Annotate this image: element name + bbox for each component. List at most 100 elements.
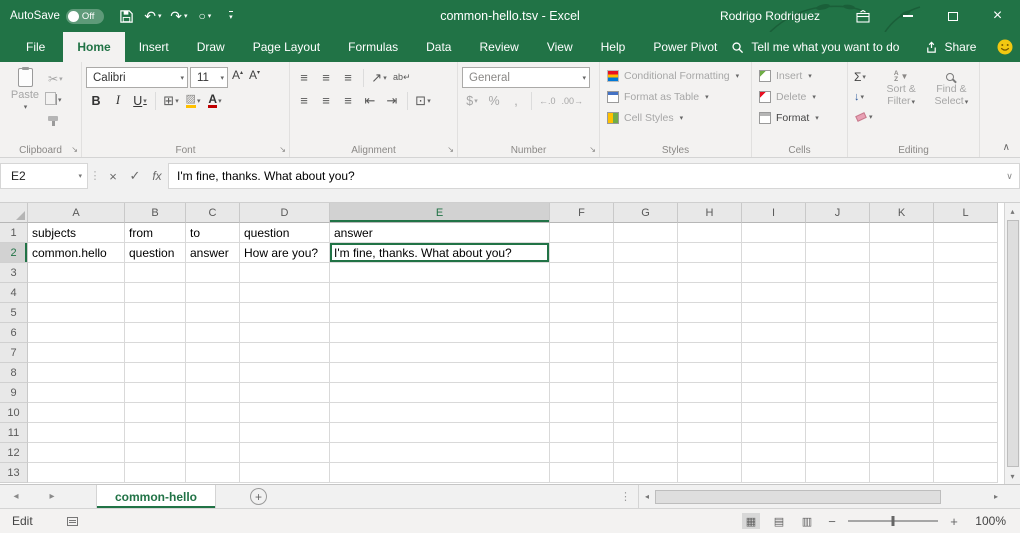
cell-E2[interactable]: I'm fine, thanks. What about you? <box>330 243 550 263</box>
column-header-I[interactable]: I <box>742 203 806 223</box>
column-header-G[interactable]: G <box>614 203 678 223</box>
delete-cells-button[interactable]: Delete ▾ <box>756 86 843 107</box>
cell-B8[interactable] <box>125 363 186 383</box>
cell-K13[interactable] <box>870 463 934 483</box>
cell-K3[interactable] <box>870 263 934 283</box>
cell-K10[interactable] <box>870 403 934 423</box>
wrap-text-button[interactable]: ab↵ <box>391 67 413 88</box>
find-select-button[interactable]: Find & Select▾ <box>928 65 975 142</box>
cell-I6[interactable] <box>742 323 806 343</box>
column-header-J[interactable]: J <box>806 203 870 223</box>
cell-C13[interactable] <box>186 463 240 483</box>
cell-D12[interactable] <box>240 443 330 463</box>
cell-E6[interactable] <box>330 323 550 343</box>
zoom-out-button[interactable]: − <box>826 514 838 529</box>
clear-button[interactable]: ▾ <box>852 107 875 126</box>
cell-A9[interactable] <box>28 383 125 403</box>
cell-E11[interactable] <box>330 423 550 443</box>
align-right-button[interactable]: ≡ <box>338 90 358 111</box>
tab-data[interactable]: Data <box>412 32 465 62</box>
tab-view[interactable]: View <box>533 32 587 62</box>
formula-bar-expand-button[interactable]: ∨ <box>1000 163 1020 189</box>
cell-L10[interactable] <box>934 403 998 423</box>
cell-D3[interactable] <box>240 263 330 283</box>
cell-D9[interactable] <box>240 383 330 403</box>
cell-G10[interactable] <box>614 403 678 423</box>
paste-button[interactable]: Paste ▾ <box>4 65 46 142</box>
formula-input[interactable]: I'm fine, thanks. What about you? <box>168 163 1000 189</box>
increase-indent-button[interactable]: ⇥ <box>382 90 402 111</box>
cell-F12[interactable] <box>550 443 614 463</box>
cell-F13[interactable] <box>550 463 614 483</box>
cell-A8[interactable] <box>28 363 125 383</box>
row-header-11[interactable]: 11 <box>0 423 28 443</box>
cell-K5[interactable] <box>870 303 934 323</box>
cell-G11[interactable] <box>614 423 678 443</box>
cell-I1[interactable] <box>742 223 806 243</box>
cell-K4[interactable] <box>870 283 934 303</box>
cell-J7[interactable] <box>806 343 870 363</box>
font-family-combo[interactable]: Calibri▾ <box>86 67 188 88</box>
cell-I12[interactable] <box>742 443 806 463</box>
row-header-1[interactable]: 1 <box>0 223 28 243</box>
fill-button[interactable]: ↓▾ <box>852 87 875 106</box>
cell-L2[interactable] <box>934 243 998 263</box>
cell-H7[interactable] <box>678 343 742 363</box>
cell-L4[interactable] <box>934 283 998 303</box>
column-header-L[interactable]: L <box>934 203 998 223</box>
close-button[interactable]: × <box>975 0 1020 32</box>
percent-format-button[interactable]: % <box>484 90 504 111</box>
alignment-dialog-launcher[interactable]: ↘ <box>447 146 454 154</box>
decrease-decimal-button[interactable]: .00→ <box>560 90 586 111</box>
cell-K7[interactable] <box>870 343 934 363</box>
cell-F8[interactable] <box>550 363 614 383</box>
align-center-button[interactable]: ≡ <box>316 90 336 111</box>
cell-C3[interactable] <box>186 263 240 283</box>
insert-cells-button[interactable]: Insert ▾ <box>756 65 843 86</box>
copy-button[interactable]: ▾ <box>46 90 65 109</box>
sort-filter-button[interactable]: AZ▼ Sort & Filter▾ <box>878 65 925 142</box>
cell-F7[interactable] <box>550 343 614 363</box>
select-all-button[interactable] <box>0 203 28 223</box>
cell-G13[interactable] <box>614 463 678 483</box>
cell-E13[interactable] <box>330 463 550 483</box>
cell-E10[interactable] <box>330 403 550 423</box>
cell-D11[interactable] <box>240 423 330 443</box>
column-header-D[interactable]: D <box>240 203 330 223</box>
cell-C9[interactable] <box>186 383 240 403</box>
cell-H6[interactable] <box>678 323 742 343</box>
redo-button[interactable]: ↷▾ <box>168 3 190 29</box>
cell-L11[interactable] <box>934 423 998 443</box>
column-header-B[interactable]: B <box>125 203 186 223</box>
cell-C5[interactable] <box>186 303 240 323</box>
cell-H1[interactable] <box>678 223 742 243</box>
number-format-combo[interactable]: General▾ <box>462 67 590 88</box>
cell-G2[interactable] <box>614 243 678 263</box>
cell-I13[interactable] <box>742 463 806 483</box>
cell-F6[interactable] <box>550 323 614 343</box>
bottom-align-button[interactable]: ≡ <box>338 67 358 88</box>
column-header-K[interactable]: K <box>870 203 934 223</box>
name-box-resize-handle[interactable]: ⋮ <box>88 163 102 189</box>
zoom-percentage[interactable]: 100% <box>970 514 1006 528</box>
cell-A4[interactable] <box>28 283 125 303</box>
cell-K8[interactable] <box>870 363 934 383</box>
top-align-button[interactable]: ≡ <box>294 67 314 88</box>
row-header-7[interactable]: 7 <box>0 343 28 363</box>
autosave-toggle[interactable]: AutoSave Off <box>10 9 104 24</box>
cell-D2[interactable]: How are you? <box>240 243 330 263</box>
collapse-ribbon-button[interactable]: ∧ <box>1003 142 1010 153</box>
cell-K2[interactable] <box>870 243 934 263</box>
number-dialog-launcher[interactable]: ↘ <box>589 146 596 154</box>
font-size-combo[interactable]: 11▾ <box>190 67 228 88</box>
cell-B4[interactable] <box>125 283 186 303</box>
cell-A10[interactable] <box>28 403 125 423</box>
horizontal-scroll-thumb[interactable] <box>655 490 941 504</box>
macro-record-button[interactable] <box>67 517 78 526</box>
sheet-nav-left-arrow[interactable]: ◂ <box>4 485 28 508</box>
zoom-slider-thumb[interactable] <box>892 516 895 526</box>
row-header-13[interactable]: 13 <box>0 463 28 483</box>
cell-B2[interactable]: question <box>125 243 186 263</box>
horizontal-scroll-track[interactable] <box>655 485 988 508</box>
row-header-4[interactable]: 4 <box>0 283 28 303</box>
